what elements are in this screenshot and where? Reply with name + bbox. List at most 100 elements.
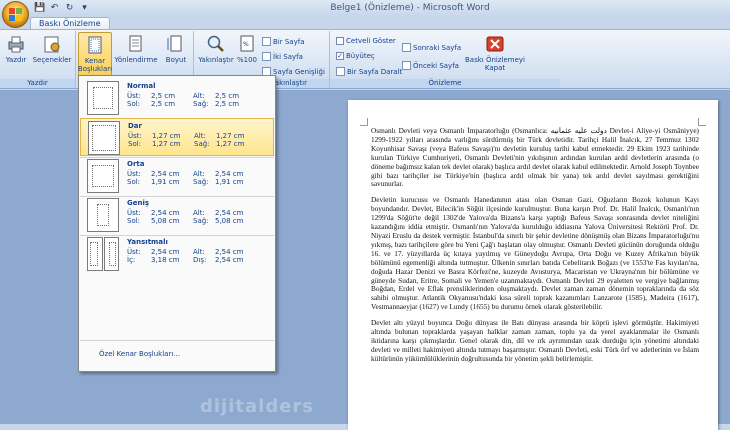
magnifier-check[interactable]: ✓ bbox=[336, 52, 344, 60]
orientation-button[interactable]: Yönlendirme bbox=[114, 34, 158, 64]
margin-narrow-icon bbox=[88, 121, 120, 155]
options-label: Seçenekler bbox=[32, 56, 72, 64]
group-preview-label: Önizleme bbox=[330, 79, 560, 88]
margin-moderate-icon bbox=[87, 159, 119, 193]
group-print-label: Yazdır bbox=[0, 79, 75, 88]
margins-dropdown-menu: Normal Üst: 2,5 cm Alt: 2,5 cm Sol: 2,5 cm Sa… bbox=[78, 75, 276, 372]
zoom-100-button[interactable]: % %100 bbox=[236, 34, 258, 64]
right-label: Sağ: bbox=[193, 178, 209, 186]
shrink-one-page-button[interactable]: Bir Sayfa Daralt bbox=[336, 67, 402, 76]
magnifier-checkbox[interactable]: ✓ Büyüteç bbox=[336, 52, 375, 60]
bottom-value: 2,54 cm bbox=[215, 248, 244, 256]
bottom-label: Alt: bbox=[193, 248, 205, 256]
margin-option-mirrored[interactable]: Yansıtmalı Üst: 2,54 cm Alt: 2,54 cm İç: 3,1… bbox=[80, 235, 274, 273]
close-preview-button[interactable]: Baskı Önizlemeyi Kapat bbox=[464, 34, 526, 72]
close-preview-label-line1: Baskı Önizlemeyi bbox=[465, 56, 525, 64]
two-pages-icon bbox=[262, 52, 271, 61]
bottom-value: 2,54 cm bbox=[215, 170, 244, 178]
size-button[interactable]: Boyut bbox=[163, 34, 189, 64]
outside-value: 2,54 cm bbox=[215, 256, 244, 264]
margin-option-name: Dar bbox=[128, 122, 142, 130]
top-value: 1,27 cm bbox=[152, 132, 181, 140]
next-page-icon bbox=[402, 43, 411, 52]
show-ruler-check[interactable] bbox=[336, 37, 344, 45]
one-page-icon bbox=[262, 37, 271, 46]
title-bar: 💾 ↶ ↻ ▾ Belge1 (Önizleme) - Microsoft Wo… bbox=[0, 0, 730, 18]
document-page[interactable]: Osmanlı Devleti veya Osmanlı İmparatorlu… bbox=[348, 100, 718, 430]
left-label: Sol: bbox=[127, 178, 141, 186]
crop-mark bbox=[698, 118, 706, 126]
zoom-100-label: %100 bbox=[236, 56, 257, 64]
left-value: 2,5 cm bbox=[151, 100, 176, 108]
menu-separator bbox=[80, 340, 274, 341]
top-value: 2,54 cm bbox=[151, 209, 180, 217]
options-button[interactable]: Seçenekler bbox=[32, 34, 72, 64]
top-label: Üst: bbox=[127, 248, 141, 256]
two-pages-button[interactable]: İki Sayfa bbox=[262, 52, 303, 61]
bottom-value: 2,5 cm bbox=[215, 92, 240, 100]
document-paragraph: Devletin kurucusu ve Osmanlı Hanedanının… bbox=[371, 195, 699, 312]
outside-label: Dış: bbox=[193, 256, 207, 264]
close-icon bbox=[485, 34, 505, 54]
margin-normal-icon bbox=[87, 81, 119, 115]
margins-label-line2: Boşlukları bbox=[77, 65, 113, 73]
shrink-page-icon bbox=[336, 67, 345, 76]
svg-text:%: % bbox=[243, 41, 249, 48]
orientation-icon bbox=[126, 34, 146, 54]
bottom-value: 1,27 cm bbox=[216, 132, 245, 140]
watermark-text: dijitalders bbox=[200, 396, 314, 417]
top-label: Üst: bbox=[127, 92, 141, 100]
bottom-label: Alt: bbox=[193, 92, 205, 100]
top-value: 2,54 cm bbox=[151, 170, 180, 178]
previous-page-button[interactable]: Önceki Sayfa bbox=[402, 61, 459, 70]
document-content: Osmanlı Devleti veya Osmanlı İmparatorlu… bbox=[371, 126, 699, 371]
next-page-button[interactable]: Sonraki Sayfa bbox=[402, 43, 461, 52]
margin-option-narrow[interactable]: Dar Üst: 1,27 cm Alt: 1,27 cm Sol: 1,27 cm Sa… bbox=[80, 118, 274, 156]
left-label: Sol: bbox=[128, 140, 142, 148]
margin-mirrored-icon bbox=[87, 237, 119, 271]
margin-option-moderate[interactable]: Orta Üst: 2,54 cm Alt: 2,54 cm Sol: 1,91 cm S… bbox=[80, 157, 274, 195]
group-print: Yazdır Seçenekler Yazdır bbox=[0, 31, 76, 88]
one-page-button[interactable]: Bir Sayfa bbox=[262, 37, 304, 46]
inside-value: 3,18 cm bbox=[151, 256, 180, 264]
left-label: Sol: bbox=[127, 217, 141, 225]
margin-option-normal[interactable]: Normal Üst: 2,5 cm Alt: 2,5 cm Sol: 2,5 cm Sa… bbox=[80, 79, 274, 117]
margins-icon bbox=[85, 35, 105, 55]
page-width-label: Sayfa Genişliği bbox=[273, 67, 325, 76]
bottom-label: Alt: bbox=[193, 170, 205, 178]
margin-wide-icon bbox=[87, 198, 119, 232]
show-ruler-label: Cetveli Göster bbox=[346, 37, 396, 45]
one-page-label: Bir Sayfa bbox=[273, 37, 305, 46]
magnifier-icon bbox=[206, 34, 226, 54]
printer-icon bbox=[6, 34, 26, 54]
top-value: 2,54 cm bbox=[151, 248, 180, 256]
margin-option-wide[interactable]: Geniş Üst: 2,54 cm Alt: 2,54 cm Sol: 5,08 cm… bbox=[80, 196, 274, 234]
bottom-value: 2,54 cm bbox=[215, 209, 244, 217]
right-label: Sağ: bbox=[194, 140, 210, 148]
previous-page-icon bbox=[402, 61, 411, 70]
margins-button[interactable]: Kenar Boşlukları bbox=[78, 32, 112, 78]
next-page-label: Sonraki Sayfa bbox=[413, 43, 462, 52]
print-button[interactable]: Yazdır bbox=[5, 34, 27, 64]
zoom-label: Yakınlaştır bbox=[198, 56, 234, 64]
bottom-label: Alt: bbox=[193, 209, 205, 217]
print-label: Yazdır bbox=[5, 56, 27, 64]
margin-option-name: Orta bbox=[127, 160, 145, 168]
top-value: 2,5 cm bbox=[151, 92, 176, 100]
options-icon bbox=[42, 34, 62, 54]
right-label: Sağ: bbox=[193, 100, 209, 108]
magnifier-label: Büyüteç bbox=[346, 52, 375, 60]
office-button[interactable] bbox=[2, 1, 29, 28]
custom-margins-item[interactable]: Özel Kenar Boşlukları... bbox=[99, 350, 180, 358]
right-value: 1,91 cm bbox=[215, 178, 244, 186]
zoom-button[interactable]: Yakınlaştır bbox=[198, 34, 234, 64]
shrink-one-page-label: Bir Sayfa Daralt bbox=[347, 67, 403, 76]
crop-mark bbox=[360, 118, 368, 126]
show-ruler-checkbox[interactable]: Cetveli Göster bbox=[336, 37, 396, 45]
margin-option-name: Yansıtmalı bbox=[127, 238, 168, 246]
previous-page-label: Önceki Sayfa bbox=[413, 61, 459, 70]
size-label: Boyut bbox=[165, 56, 187, 64]
top-label: Üst: bbox=[128, 132, 142, 140]
right-value: 2,5 cm bbox=[215, 100, 240, 108]
right-label: Sağ: bbox=[193, 217, 209, 225]
